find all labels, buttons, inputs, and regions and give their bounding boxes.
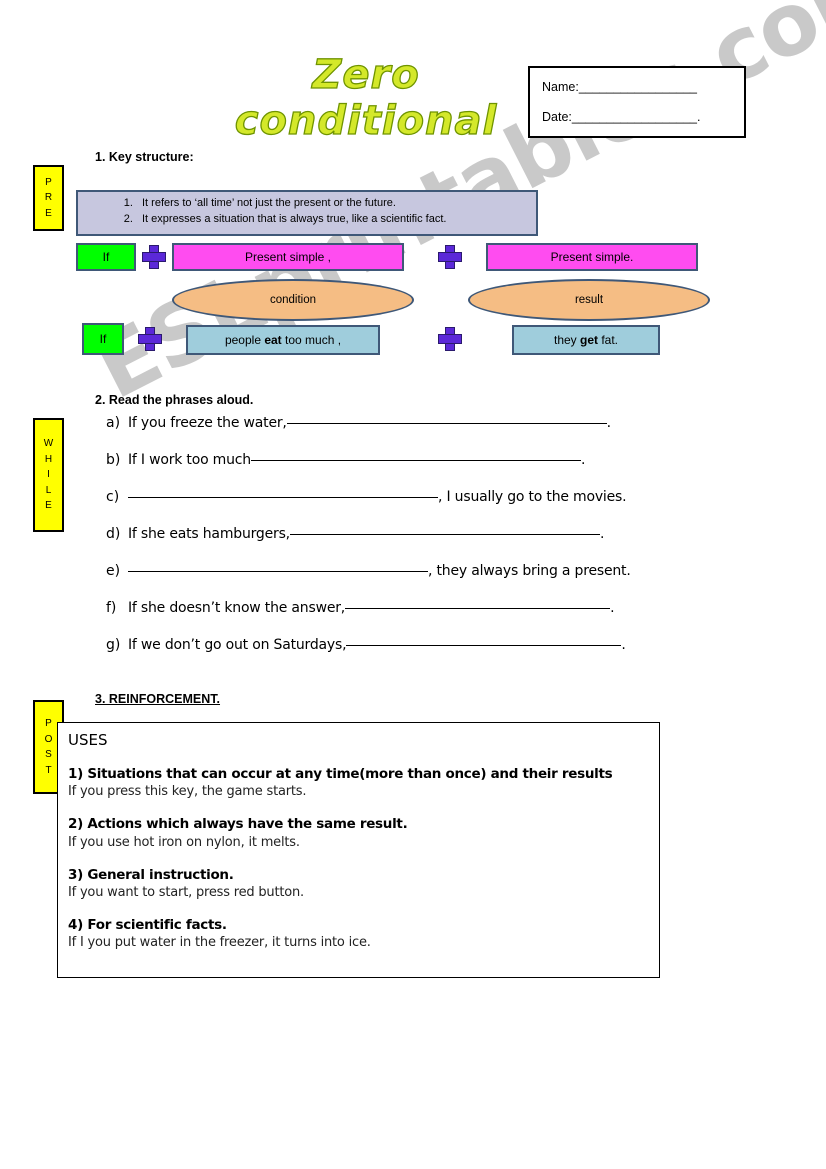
exercise-label: f) xyxy=(106,600,117,616)
use-heading: 4) For scientific facts. xyxy=(68,917,227,934)
use-example: If you use hot iron on nylon, it melts. xyxy=(68,834,300,850)
plus-icon xyxy=(138,327,162,351)
example-result-box: they get fat. xyxy=(512,325,660,355)
date-field-label[interactable]: Date:__________________. xyxy=(542,110,700,124)
side-tab-post-letter: S xyxy=(45,749,52,760)
exercise-label: c) xyxy=(106,489,120,505)
side-tab-post-letter: P xyxy=(45,718,52,729)
exercise-label: e) xyxy=(106,563,121,579)
example-condition-box: people eat too much , xyxy=(186,325,380,355)
side-tab-post-letter: T xyxy=(45,764,52,776)
exercise-prompt-text: If we don’t go out on Saturdays, xyxy=(128,637,347,653)
side-tab-post-letter: O xyxy=(44,733,53,745)
uses-list: 1) Situations that can occur at any time… xyxy=(68,765,659,953)
exercise-prompt-text: If I work too much xyxy=(128,452,251,468)
use-group: 1) Situations that can occur at any time… xyxy=(68,765,659,801)
side-tab-while-letter: H xyxy=(44,453,53,465)
use-heading: 2) Actions which always have the same re… xyxy=(68,816,408,833)
plus-icon xyxy=(438,245,462,269)
name-date-box: Name:_________________ Date:____________… xyxy=(528,66,746,138)
exercise-item: c) , I usually go to the movies. xyxy=(106,489,666,526)
exercise-list: a) If you freeze the water,. b) If I work t… xyxy=(106,415,666,674)
exercise-answer-blank[interactable] xyxy=(128,571,428,572)
example-condition-verb: eat xyxy=(264,333,282,347)
use-heading: 1) Situations that can occur at any time… xyxy=(68,766,613,782)
uses-title: USES xyxy=(68,731,108,749)
side-tab-while-letter: E xyxy=(45,500,52,512)
exercise-prompt-text: If you freeze the water, xyxy=(128,415,287,431)
side-tab-pre-letter: E xyxy=(45,207,52,219)
plus-icon xyxy=(142,245,166,269)
exercise-suffix-text: , I usually go to the movies. xyxy=(438,489,627,505)
key-structure-list: It refers to ‘all time’ not just the pre… xyxy=(78,196,536,228)
exercise-prompt-text: If she eats hamburgers, xyxy=(128,526,290,542)
exercise-label: b) xyxy=(106,452,121,468)
section-1-heading: 1. Key structure: xyxy=(95,150,194,164)
exercise-answer-blank[interactable] xyxy=(346,645,622,646)
exercise-answer-blank[interactable] xyxy=(286,423,607,424)
use-group: 4) For scientific facts. If I you put wat… xyxy=(68,916,659,952)
exercise-label: d) xyxy=(106,526,121,542)
side-tab-pre-letter: R xyxy=(44,192,53,204)
side-tab-while-letter: I xyxy=(47,469,50,481)
side-tab-pre-letter: P xyxy=(45,176,52,188)
name-field-label[interactable]: Name:_________________ xyxy=(542,80,697,94)
exercise-suffix-text: . xyxy=(610,600,615,616)
use-example: If you press this key, the game starts. xyxy=(68,784,307,800)
exercise-label: g) xyxy=(106,637,121,653)
key-structure-box: It refers to ‘all time’ not just the pre… xyxy=(76,190,538,236)
key-structure-point: It expresses a situation that is always … xyxy=(136,212,536,228)
uses-box: USES 1) Situations that can occur at any… xyxy=(57,722,660,978)
side-tab-while-letter: L xyxy=(45,484,52,496)
exercise-answer-blank[interactable] xyxy=(289,534,600,535)
page-title: Zero conditional xyxy=(234,51,498,144)
side-tab-while-letter: W xyxy=(43,438,54,450)
example-condition-text-2: too much , xyxy=(281,333,342,347)
exercise-answer-blank[interactable] xyxy=(250,460,581,461)
exercise-item: f) If she doesn’t know the answer, . xyxy=(106,600,666,637)
exercise-item: g) If we don’t go out on Saturdays,. xyxy=(106,637,666,674)
exercise-item: e) , they always bring a present. xyxy=(106,563,666,600)
section-2-heading: 2. Read the phrases aloud. xyxy=(95,393,254,407)
exercise-suffix-text: . xyxy=(621,637,626,653)
exercise-item: a) If you freeze the water,. xyxy=(106,415,666,452)
side-tab-while: W H I L E xyxy=(33,418,64,532)
example-if-box: If xyxy=(82,323,124,355)
condition-ellipse: condition xyxy=(172,279,414,321)
use-group: 2) Actions which always have the same re… xyxy=(68,815,659,851)
example-result-text-2: fat. xyxy=(598,333,619,347)
exercise-suffix-text: . xyxy=(599,526,605,542)
formula-result-box: Present simple. xyxy=(486,243,698,271)
exercise-prompt-text: If she doesn’t know the answer, xyxy=(128,600,346,616)
worksheet-page: ESLprintables.com Zero conditional Name:… xyxy=(0,0,826,1169)
formula-if-box: If xyxy=(76,243,136,271)
section-3-heading: 3. REINFORCEMENT. xyxy=(95,692,221,706)
key-structure-point: It refers to ‘all time’ not just the pre… xyxy=(136,196,536,212)
side-tab-pre: P R E xyxy=(33,165,64,231)
use-example: If you want to start, press red button. xyxy=(68,885,304,901)
result-ellipse: result xyxy=(468,279,710,321)
example-condition-text-1: people xyxy=(224,333,265,347)
use-heading: 3) General instruction. xyxy=(68,866,234,883)
exercise-suffix-text: . xyxy=(580,452,586,468)
formula-condition-box: Present simple , xyxy=(172,243,404,271)
use-group: 3) General instruction. If you want to st… xyxy=(68,866,659,902)
exercise-item: d) If she eats hamburgers, . xyxy=(106,526,666,563)
exercise-answer-blank[interactable] xyxy=(128,497,438,498)
exercise-label: a) xyxy=(106,415,121,431)
exercise-suffix-text: . xyxy=(606,415,611,431)
plus-icon xyxy=(438,327,462,351)
example-result-verb: get xyxy=(580,333,598,347)
exercise-answer-blank[interactable] xyxy=(345,608,611,609)
exercise-item: b) If I work too much . xyxy=(106,452,666,489)
use-example: If I you put water in the freezer, it tu… xyxy=(68,935,371,951)
example-result-text-1: they xyxy=(553,333,580,347)
exercise-suffix-text: , they always bring a present. xyxy=(428,563,631,579)
